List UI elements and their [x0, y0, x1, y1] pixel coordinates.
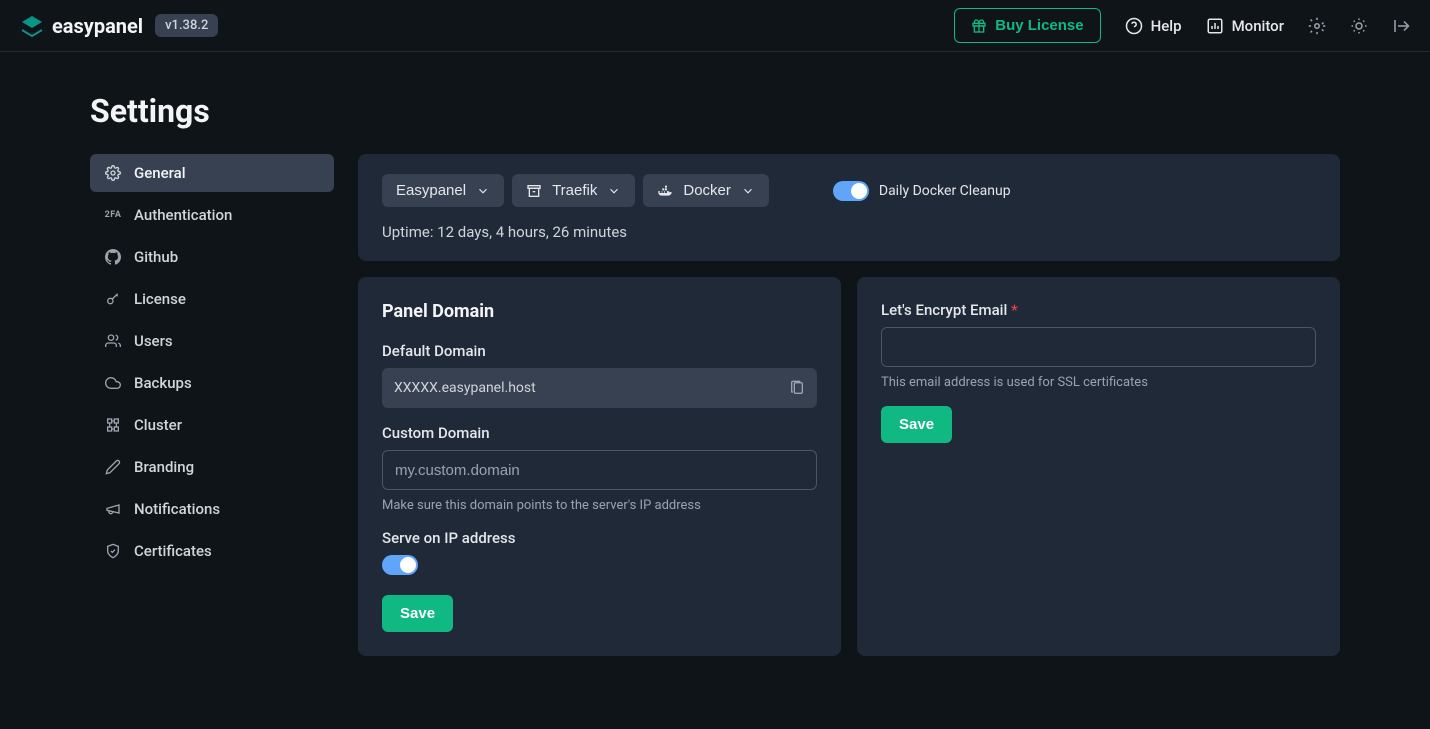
top-panel-row: Easypanel Traefik Docker: [382, 174, 1316, 207]
custom-domain-label: Custom Domain: [382, 424, 817, 442]
easypanel-dropdown[interactable]: Easypanel: [382, 174, 504, 207]
theme-button[interactable]: [1350, 17, 1368, 35]
megaphone-icon: [104, 500, 122, 518]
daily-cleanup-label: Daily Docker Cleanup: [879, 183, 1011, 199]
serve-ip-label: Serve on IP address: [382, 529, 817, 547]
help-icon: [1125, 17, 1143, 35]
sidebar-item-branding[interactable]: Branding: [90, 448, 334, 486]
logo-icon: [20, 14, 44, 38]
gear-icon: [104, 164, 122, 182]
gear-icon: [1308, 17, 1326, 35]
brand-text: easypanel: [52, 14, 143, 38]
main-content: Settings General 2FA Authentication Gith…: [0, 52, 1430, 676]
sidebar-item-label: Authentication: [134, 206, 232, 224]
header: easypanel v1.38.2 Buy License Help Monit…: [0, 0, 1430, 52]
copy-button[interactable]: [789, 380, 805, 396]
lets-encrypt-label: Let's Encrypt Email *: [881, 301, 1316, 319]
settings-button[interactable]: [1308, 17, 1326, 35]
users-icon: [104, 332, 122, 350]
version-badge: v1.38.2: [155, 14, 218, 37]
required-indicator: *: [1011, 301, 1018, 319]
content-area: Easypanel Traefik Docker: [358, 154, 1340, 656]
sidebar-item-cluster[interactable]: Cluster: [90, 406, 334, 444]
chevron-down-icon: [476, 184, 490, 198]
custom-domain-input[interactable]: [382, 450, 817, 490]
sun-icon: [1350, 17, 1368, 35]
panel-domain-card: Panel Domain Default Domain XXXXX.easypa…: [358, 277, 841, 656]
header-right: Buy License Help Monitor: [954, 8, 1410, 43]
docker-dropdown[interactable]: Docker: [643, 174, 769, 207]
github-icon: [104, 248, 122, 266]
sidebar-item-label: Github: [134, 248, 178, 266]
sidebar: General 2FA Authentication Github Licens…: [90, 154, 334, 656]
sidebar-item-license[interactable]: License: [90, 280, 334, 318]
default-domain-value: XXXXX.easypanel.host: [394, 380, 789, 396]
gift-icon: [971, 18, 987, 34]
panel-domain-save-button[interactable]: Save: [382, 595, 453, 632]
sidebar-item-label: Notifications: [134, 500, 220, 518]
header-left: easypanel v1.38.2: [20, 14, 218, 38]
lets-encrypt-save-button[interactable]: Save: [881, 406, 952, 443]
lets-encrypt-hint: This email address is used for SSL certi…: [881, 375, 1316, 390]
sidebar-item-label: Cluster: [134, 416, 182, 434]
lets-encrypt-card: Let's Encrypt Email * This email address…: [857, 277, 1340, 656]
monitor-link[interactable]: Monitor: [1206, 17, 1284, 35]
lets-encrypt-email-input[interactable]: [881, 327, 1316, 367]
archive-icon: [526, 183, 542, 199]
sidebar-item-label: Users: [134, 332, 173, 350]
traefik-dropdown[interactable]: Traefik: [512, 174, 635, 207]
logo[interactable]: easypanel: [20, 14, 143, 38]
sidebar-item-notifications[interactable]: Notifications: [90, 490, 334, 528]
chevron-down-icon: [607, 184, 621, 198]
default-domain-label: Default Domain: [382, 342, 817, 360]
sidebar-item-general[interactable]: General: [90, 154, 334, 192]
daily-cleanup-group: Daily Docker Cleanup: [833, 181, 1011, 201]
buy-license-button[interactable]: Buy License: [954, 8, 1100, 43]
key-icon: [104, 290, 122, 308]
sidebar-item-github[interactable]: Github: [90, 238, 334, 276]
chart-icon: [1206, 17, 1224, 35]
sidebar-item-backups[interactable]: Backups: [90, 364, 334, 402]
serve-ip-toggle[interactable]: [382, 555, 418, 575]
daily-cleanup-toggle[interactable]: [833, 181, 869, 201]
sidebar-item-label: Backups: [134, 374, 192, 392]
default-domain-group: XXXXX.easypanel.host: [382, 368, 817, 408]
sidebar-item-label: License: [134, 290, 186, 308]
cloud-icon: [104, 374, 122, 392]
logout-button[interactable]: [1392, 17, 1410, 35]
sidebar-item-label: Branding: [134, 458, 194, 476]
sidebar-item-certificates[interactable]: Certificates: [90, 532, 334, 570]
content-wrapper: General 2FA Authentication Github Licens…: [90, 154, 1340, 656]
shield-icon: [104, 542, 122, 560]
panel-domain-title: Panel Domain: [382, 301, 817, 322]
uptime-text: Uptime: 12 days, 4 hours, 26 minutes: [382, 223, 1316, 241]
sidebar-item-label: General: [134, 164, 186, 182]
page-title: Settings: [90, 92, 1340, 130]
logout-icon: [1392, 17, 1410, 35]
sidebar-item-users[interactable]: Users: [90, 322, 334, 360]
cluster-icon: [104, 416, 122, 434]
help-link[interactable]: Help: [1125, 17, 1182, 35]
sidebar-item-label: Certificates: [134, 542, 212, 560]
pencil-icon: [104, 458, 122, 476]
sidebar-item-authentication[interactable]: 2FA Authentication: [90, 196, 334, 234]
two-factor-icon: 2FA: [104, 206, 122, 224]
panels-row: Panel Domain Default Domain XXXXX.easypa…: [358, 277, 1340, 656]
top-panel: Easypanel Traefik Docker: [358, 154, 1340, 261]
docker-icon: [657, 183, 673, 199]
clipboard-icon: [789, 380, 805, 396]
custom-domain-hint: Make sure this domain points to the serv…: [382, 498, 817, 513]
chevron-down-icon: [741, 184, 755, 198]
